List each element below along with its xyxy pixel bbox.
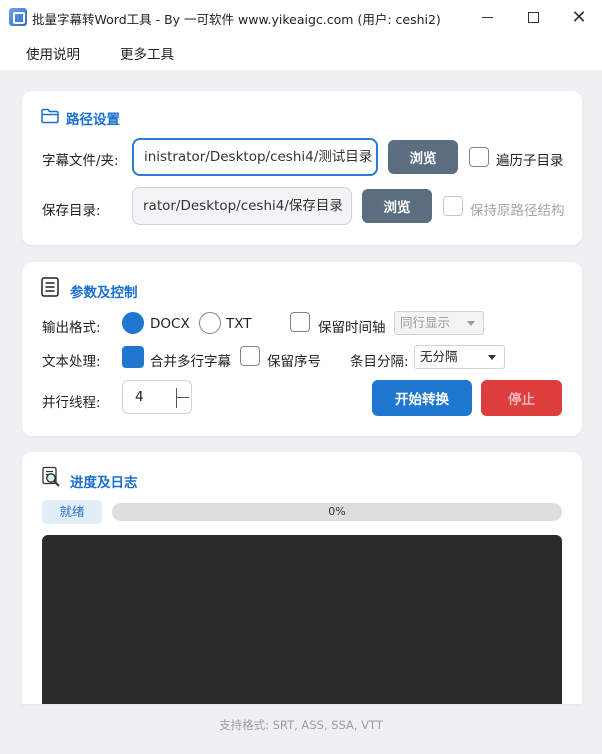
timeline-display-select[interactable]: 同行显示: [394, 311, 484, 335]
chevron-down-icon: [488, 355, 496, 360]
section-title-path: 路径设置: [66, 112, 120, 128]
browse-save-button[interactable]: 浏览: [362, 189, 432, 223]
merge-lines-label: 合并多行字幕: [150, 354, 231, 370]
maximize-icon: [527, 11, 539, 23]
start-convert-button[interactable]: 开始转换: [372, 380, 472, 416]
log-output[interactable]: [42, 535, 562, 704]
spin-divider: [176, 388, 177, 408]
subtitle-path-input[interactable]: inistrator/Desktop/ceshi4/测试目录: [132, 138, 378, 176]
window-title: 批量字幕转Word工具 - By 一可软件 www.yikeaigc.com (…: [32, 12, 441, 27]
recursive-checkbox[interactable]: [469, 147, 489, 167]
minimize-button[interactable]: [464, 0, 510, 34]
format-radio-txt[interactable]: [199, 312, 221, 334]
threads-spinbox[interactable]: 4: [122, 380, 192, 414]
recursive-label: 遍历子目录: [496, 153, 564, 169]
keep-index-label: 保留序号: [267, 354, 321, 370]
keep-timeline-label: 保留时间轴: [318, 320, 386, 336]
progress-text: 0%: [328, 505, 346, 518]
merge-lines-checkbox[interactable]: [122, 346, 144, 368]
format-docx-label: DOCX: [150, 316, 190, 332]
maximize-button[interactable]: [510, 0, 556, 34]
close-icon: ✕: [571, 6, 587, 28]
menu-item-more-tools[interactable]: 更多工具: [120, 43, 174, 63]
save-dir-label: 保存目录:: [42, 203, 101, 219]
document-list-icon: [41, 277, 59, 297]
threads-label: 并行线程:: [42, 395, 101, 411]
minimize-icon: [481, 16, 493, 18]
keep-index-checkbox[interactable]: [240, 346, 260, 366]
separator-label: 条目分隔:: [350, 354, 409, 370]
menu-bar: 使用说明 更多工具: [0, 34, 602, 70]
format-txt-label: TXT: [226, 316, 252, 332]
app-icon: [9, 8, 27, 26]
browse-subtitle-button[interactable]: 浏览: [388, 140, 458, 174]
path-settings-card: 路径设置 字幕文件/夹: inistrator/Desktop/ceshi4/测…: [22, 91, 582, 245]
menu-item-instructions[interactable]: 使用说明: [26, 43, 80, 63]
spin-arrows-icon[interactable]: [177, 397, 189, 398]
chevron-down-icon: [467, 321, 475, 326]
progress-log-card: 进度及日志 就绪 0%: [22, 452, 582, 704]
params-control-card: 参数及控制 输出格式: DOCX TXT 保留时间轴 同行显示 文本处理: 合并…: [22, 262, 582, 436]
close-button[interactable]: ✕: [556, 0, 602, 34]
keep-structure-label: 保持原路径结构: [470, 203, 565, 219]
separator-select[interactable]: 无分隔: [414, 345, 505, 369]
keep-structure-checkbox[interactable]: [443, 196, 463, 216]
format-radio-docx[interactable]: [122, 312, 144, 334]
subtitle-file-label: 字幕文件/夹:: [42, 153, 119, 169]
stop-button[interactable]: 停止: [481, 380, 562, 416]
title-bar: 批量字幕转Word工具 - By 一可软件 www.yikeaigc.com (…: [0, 0, 602, 34]
threads-value: 4: [135, 389, 144, 405]
output-format-label: 输出格式:: [42, 320, 101, 336]
save-path-input[interactable]: rator/Desktop/ceshi4/保存目录: [132, 187, 352, 225]
section-title-params: 参数及控制: [70, 285, 138, 301]
keep-timeline-checkbox[interactable]: [290, 312, 310, 332]
log-search-icon: [42, 466, 60, 487]
section-title-progress: 进度及日志: [70, 475, 138, 491]
supported-formats-text: 支持格式: SRT, ASS, SSA, VTT: [219, 718, 383, 732]
progress-bar: 0%: [112, 503, 562, 521]
text-processing-label: 文本处理:: [42, 354, 101, 370]
status-badge: 就绪: [42, 500, 102, 524]
folder-icon: [41, 108, 59, 124]
